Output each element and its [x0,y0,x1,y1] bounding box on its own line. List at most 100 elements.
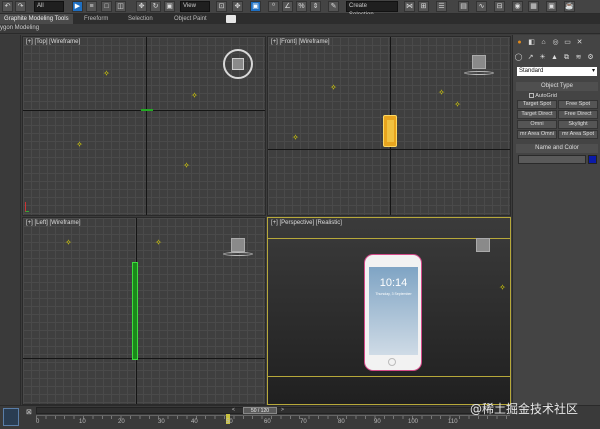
light-icon[interactable]: ✧ [65,239,72,247]
ribbon-toggle-icon[interactable] [226,15,236,23]
motion-icon[interactable]: ◎ [551,38,560,47]
shapes-icon[interactable]: ↗ [526,53,535,62]
viewcube-ring[interactable] [223,252,253,256]
mini-curve-editor-icon[interactable]: ⊠ [26,409,35,416]
object-color-swatch[interactable] [588,155,597,164]
window-crossing-icon[interactable]: ◫ [115,1,126,12]
light-icon[interactable]: ✧ [155,239,162,247]
selection-filter-dropdown[interactable]: All [34,1,64,12]
mirror-icon[interactable]: ⋈ [404,1,415,12]
viewport-label[interactable]: [+] [Left] [Wireframe] [26,220,81,226]
light-icon[interactable]: ✧ [292,134,299,142]
spinner-snap-icon[interactable]: ⇕ [310,1,321,12]
keyboard-shortcut-override-icon[interactable]: ▣ [250,1,261,12]
select-by-name-icon[interactable]: ≡ [86,1,97,12]
hierarchy-icon[interactable]: ⌂ [539,38,548,47]
viewport-perspective[interactable]: [+] [Perspective] [Realistic] ✧ 10:14 Th… [267,217,511,405]
scale-icon[interactable]: ▣ [164,1,175,12]
free-spot-button[interactable]: Free Spot [558,100,598,109]
pivot-icon[interactable]: ⊡ [216,1,227,12]
scene-explorer-icon[interactable]: ▤ [458,1,469,12]
viewcube-ring[interactable] [464,71,494,75]
angle-snap-icon[interactable]: ∠ [282,1,293,12]
chevron-left-icon[interactable]: < [232,408,237,413]
phone-model-perspective[interactable]: 10:14 Thursday, 3 September [364,254,422,371]
tab-selection[interactable]: Selection [124,14,157,24]
helpers-icon[interactable]: ⧉ [562,53,571,62]
viewport-left[interactable]: [+] [Left] [Wireframe] ✧ ✧ [22,217,266,405]
viewport-label[interactable]: [+] [Top] [Wireframe] [26,39,80,45]
redo-icon[interactable]: ↷ [15,1,26,12]
light-icon[interactable]: ✧ [438,89,445,97]
tab-freeform[interactable]: Freeform [80,14,112,24]
schematic-view-icon[interactable]: ⊟ [494,1,505,12]
light-icon[interactable]: ✧ [191,92,198,100]
light-icon[interactable]: ✧ [76,141,83,149]
light-icon[interactable]: ✧ [103,70,110,78]
reference-coordinate-dropdown[interactable]: View [180,1,210,12]
rectangular-selection-icon[interactable]: □ [101,1,112,12]
cameras-icon[interactable]: ▲ [550,53,559,62]
name-and-color-rollout[interactable]: Name and Color [516,144,598,153]
select-object-icon[interactable]: ▶ [72,1,83,12]
viewcube-ring[interactable] [223,49,253,79]
tab-object-paint[interactable]: Object Paint [170,14,211,24]
material-editor-icon[interactable]: ◉ [512,1,523,12]
viewport-label[interactable]: [+] [Front] [Wireframe] [271,39,330,45]
render-production-icon[interactable]: ☕ [564,1,575,12]
phone-model-front[interactable] [383,115,397,147]
viewcube-icon[interactable] [232,58,244,70]
light-icon[interactable]: ✧ [183,162,190,170]
viewcube-icon[interactable] [472,55,486,69]
rotate-icon[interactable]: ↻ [150,1,161,12]
category-dropdown[interactable]: Standard ▾ [517,67,597,76]
viewport-layout-icon[interactable] [3,408,19,426]
render-setup-icon[interactable]: ▦ [528,1,539,12]
percent-snap-icon[interactable]: % [296,1,307,12]
viewport-front[interactable]: [+] [Front] [Wireframe] ✧ ✧ ✧ ✧ [267,36,511,216]
free-direct-button[interactable]: Free Direct [558,110,598,119]
polygon-modeling-label[interactable]: ygon Modeling [0,25,39,31]
create-sphere-icon[interactable]: ● [515,38,524,47]
viewcube-icon[interactable] [231,238,245,252]
mr-area-omni-button[interactable]: mr Area Omni [517,130,557,139]
light-icon[interactable]: ✧ [330,84,337,92]
undo-icon[interactable]: ↶ [2,1,13,12]
rendered-frame-icon[interactable]: ▣ [546,1,557,12]
select-manipulate-icon[interactable]: ✥ [232,1,243,12]
viewcube-icon[interactable] [476,238,490,252]
snaps-toggle-icon[interactable]: ⁰ [268,1,279,12]
layer-manager-icon[interactable]: ☰ [436,1,447,12]
autogrid-checkbox[interactable]: AutoGrid [529,92,589,100]
utilities-icon[interactable]: ✕ [575,38,584,47]
phone-model-left[interactable] [132,262,138,360]
light-icon[interactable]: ✧ [499,284,506,292]
viewport-top[interactable]: [+] [Top] [Wireframe] ✧ ✧ ✧ ✧ [22,36,266,216]
align-icon[interactable]: ⊞ [418,1,429,12]
skylight-button[interactable]: Skylight [558,120,598,129]
chevron-right-icon[interactable]: > [281,408,286,413]
omni-button[interactable]: Omni [517,120,557,129]
modify-icon[interactable]: ◧ [527,38,536,47]
time-slider-handle[interactable]: 50 / 120 [243,407,277,414]
named-selection-sets-dropdown[interactable]: Create Selection... [346,1,398,18]
target-direct-button[interactable]: Target Direct [517,110,557,119]
viewport-label[interactable]: [+] [Perspective] [Realistic] [271,220,342,226]
time-slider-track[interactable]: 50 / 120 < > [36,407,510,414]
mr-area-spot-button[interactable]: mr Area Spot [558,130,598,139]
display-icon[interactable]: ▭ [563,38,572,47]
lights-icon[interactable]: ☀ [538,53,547,62]
time-ruler[interactable] [36,415,510,419]
object-name-field[interactable] [518,155,586,164]
tab-graphite-modeling-tools[interactable]: Graphite Modeling Tools [0,14,73,24]
checkbox-box[interactable] [529,93,534,99]
geometry-icon[interactable]: ◯ [514,53,523,62]
space-warps-icon[interactable]: ≋ [574,53,583,62]
move-icon[interactable]: ✥ [136,1,147,12]
target-spot-button[interactable]: Target Spot [517,100,557,109]
named-selection-icon[interactable]: ✎ [328,1,339,12]
curve-editor-icon[interactable]: ∿ [476,1,487,12]
systems-icon[interactable]: ⚙ [586,53,595,62]
light-icon[interactable]: ✧ [454,101,461,109]
object-type-rollout[interactable]: Object Type [516,82,598,91]
